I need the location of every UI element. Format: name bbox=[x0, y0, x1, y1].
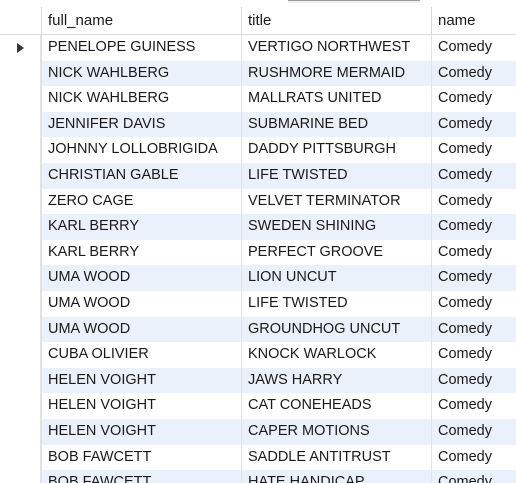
cell-name[interactable]: Comedy bbox=[431, 214, 516, 240]
row-header[interactable] bbox=[0, 444, 41, 471]
cell-full-name[interactable]: BOB FAWCETT bbox=[41, 470, 241, 483]
table-row[interactable]: CUBA OLIVIER KNOCK WARLOCK Comedy bbox=[0, 342, 516, 368]
grid-header: full_name title name bbox=[0, 7, 516, 35]
row-header[interactable] bbox=[0, 342, 41, 368]
row-header[interactable] bbox=[0, 188, 41, 215]
table-row[interactable]: HELEN VOIGHT JAWS HARRY Comedy bbox=[0, 367, 516, 394]
cell-title[interactable]: CAPER MOTIONS bbox=[241, 418, 431, 445]
cell-name[interactable]: Comedy bbox=[431, 60, 516, 87]
table-row[interactable]: ZERO CAGE VELVET TERMINATOR Comedy bbox=[0, 188, 516, 215]
cell-full-name[interactable]: UMA WOOD bbox=[41, 290, 241, 317]
cell-title[interactable]: GROUNDHOG UNCUT bbox=[241, 316, 431, 343]
cell-name[interactable]: Comedy bbox=[431, 342, 516, 368]
result-grid[interactable]: full_name title name PENELOPE GUINESS VER… bbox=[0, 0, 516, 483]
cell-title[interactable]: LIFE TWISTED bbox=[241, 162, 431, 189]
column-header-title[interactable]: title bbox=[241, 7, 431, 34]
cell-title[interactable]: SWEDEN SHINING bbox=[241, 214, 431, 240]
cell-name[interactable]: Comedy bbox=[431, 470, 516, 483]
cell-title[interactable]: DADDY PITTSBURGH bbox=[241, 137, 431, 163]
cell-name[interactable]: Comedy bbox=[431, 393, 516, 419]
cell-full-name[interactable]: PENELOPE GUINESS bbox=[41, 35, 241, 61]
row-header[interactable] bbox=[0, 418, 41, 445]
cell-full-name[interactable]: KARL BERRY bbox=[41, 214, 241, 240]
cell-name[interactable]: Comedy bbox=[431, 162, 516, 189]
row-header[interactable] bbox=[0, 316, 41, 343]
cell-name[interactable]: Comedy bbox=[431, 444, 516, 471]
cell-full-name[interactable]: JENNIFER DAVIS bbox=[41, 111, 241, 138]
cell-title[interactable]: MALLRATS UNITED bbox=[241, 86, 431, 112]
row-header[interactable] bbox=[0, 290, 41, 317]
row-header[interactable] bbox=[0, 86, 41, 112]
cell-full-name[interactable]: KARL BERRY bbox=[41, 239, 241, 266]
cell-full-name[interactable]: UMA WOOD bbox=[41, 265, 241, 291]
cell-title[interactable]: SADDLE ANTITRUST bbox=[241, 444, 431, 471]
table-row[interactable]: KARL BERRY SWEDEN SHINING Comedy bbox=[0, 214, 516, 240]
table-row[interactable]: KARL BERRY PERFECT GROOVE Comedy bbox=[0, 239, 516, 266]
row-header[interactable] bbox=[0, 470, 41, 483]
cell-full-name[interactable]: HELEN VOIGHT bbox=[41, 393, 241, 419]
cell-full-name[interactable]: BOB FAWCETT bbox=[41, 444, 241, 471]
table-row[interactable]: CHRISTIAN GABLE LIFE TWISTED Comedy bbox=[0, 162, 516, 189]
row-header[interactable] bbox=[0, 111, 41, 138]
cell-title[interactable]: HATE HANDICAP bbox=[241, 470, 431, 483]
cell-title[interactable]: LIFE TWISTED bbox=[241, 290, 431, 317]
cell-name[interactable]: Comedy bbox=[431, 316, 516, 343]
cell-full-name[interactable]: JOHNNY LOLLOBRIGIDA bbox=[41, 137, 241, 163]
table-row[interactable]: NICK WAHLBERG MALLRATS UNITED Comedy bbox=[0, 86, 516, 112]
row-header[interactable] bbox=[0, 35, 41, 61]
table-row[interactable]: BOB FAWCETT HATE HANDICAP Comedy bbox=[0, 470, 516, 483]
row-header[interactable] bbox=[0, 60, 41, 87]
cell-full-name[interactable]: CHRISTIAN GABLE bbox=[41, 162, 241, 189]
row-header[interactable] bbox=[0, 393, 41, 419]
table-row[interactable]: JOHNNY LOLLOBRIGIDA DADDY PITTSBURGH Comed… bbox=[0, 137, 516, 163]
row-header[interactable] bbox=[0, 265, 41, 291]
cell-title[interactable]: CAT CONEHEADS bbox=[241, 393, 431, 419]
cell-name[interactable]: Comedy bbox=[431, 367, 516, 394]
table-row[interactable]: UMA WOOD GROUNDHOG UNCUT Comedy bbox=[0, 316, 516, 343]
table-row[interactable]: JENNIFER DAVIS SUBMARINE BED Comedy bbox=[0, 111, 516, 138]
cell-title[interactable]: RUSHMORE MERMAID bbox=[241, 60, 431, 87]
row-header[interactable] bbox=[0, 214, 41, 240]
table-row[interactable]: UMA WOOD LIFE TWISTED Comedy bbox=[0, 290, 516, 317]
row-header[interactable] bbox=[0, 137, 41, 163]
cell-name[interactable]: Comedy bbox=[431, 239, 516, 266]
cell-title[interactable]: KNOCK WARLOCK bbox=[241, 342, 431, 368]
cell-full-name[interactable]: NICK WAHLBERG bbox=[41, 60, 241, 87]
row-header[interactable] bbox=[0, 162, 41, 189]
grid-rows: PENELOPE GUINESS VERTIGO NORTHWEST Comedy N… bbox=[0, 35, 516, 483]
cell-title[interactable]: VERTIGO NORTHWEST bbox=[241, 35, 431, 61]
cell-name[interactable]: Comedy bbox=[431, 418, 516, 445]
column-header-name[interactable]: name bbox=[431, 7, 516, 34]
table-row[interactable]: PENELOPE GUINESS VERTIGO NORTHWEST Comedy bbox=[0, 35, 516, 61]
cell-name[interactable]: Comedy bbox=[431, 188, 516, 215]
cell-full-name[interactable]: NICK WAHLBERG bbox=[41, 86, 241, 112]
cell-name[interactable]: Comedy bbox=[431, 86, 516, 112]
cell-title[interactable]: LION UNCUT bbox=[241, 265, 431, 291]
cell-title[interactable]: PERFECT GROOVE bbox=[241, 239, 431, 266]
cell-name[interactable]: Comedy bbox=[431, 137, 516, 163]
table-row[interactable]: BOB FAWCETT SADDLE ANTITRUST Comedy bbox=[0, 444, 516, 471]
cell-full-name[interactable]: ZERO CAGE bbox=[41, 188, 241, 215]
cell-title[interactable]: VELVET TERMINATOR bbox=[241, 188, 431, 215]
row-header[interactable] bbox=[0, 239, 41, 266]
table-row[interactable]: UMA WOOD LION UNCUT Comedy bbox=[0, 265, 516, 291]
cell-name[interactable]: Comedy bbox=[431, 265, 516, 291]
column-header-full-name[interactable]: full_name bbox=[41, 7, 241, 34]
cell-full-name[interactable]: CUBA OLIVIER bbox=[41, 342, 241, 368]
row-header[interactable] bbox=[0, 367, 41, 394]
table-row[interactable]: HELEN VOIGHT CAT CONEHEADS Comedy bbox=[0, 393, 516, 419]
cell-name[interactable]: Comedy bbox=[431, 111, 516, 138]
cell-name[interactable]: Comedy bbox=[431, 290, 516, 317]
toolbar-edge bbox=[288, 0, 420, 3]
cell-title[interactable]: SUBMARINE BED bbox=[241, 111, 431, 138]
table-row[interactable]: HELEN VOIGHT CAPER MOTIONS Comedy bbox=[0, 418, 516, 445]
cell-name[interactable]: Comedy bbox=[431, 35, 516, 61]
current-row-arrow-icon bbox=[17, 43, 24, 53]
table-row[interactable]: NICK WAHLBERG RUSHMORE MERMAID Comedy bbox=[0, 60, 516, 87]
cell-title[interactable]: JAWS HARRY bbox=[241, 367, 431, 394]
cell-full-name[interactable]: HELEN VOIGHT bbox=[41, 367, 241, 394]
cell-full-name[interactable]: UMA WOOD bbox=[41, 316, 241, 343]
row-header-corner[interactable] bbox=[0, 7, 42, 34]
cell-full-name[interactable]: HELEN VOIGHT bbox=[41, 418, 241, 445]
